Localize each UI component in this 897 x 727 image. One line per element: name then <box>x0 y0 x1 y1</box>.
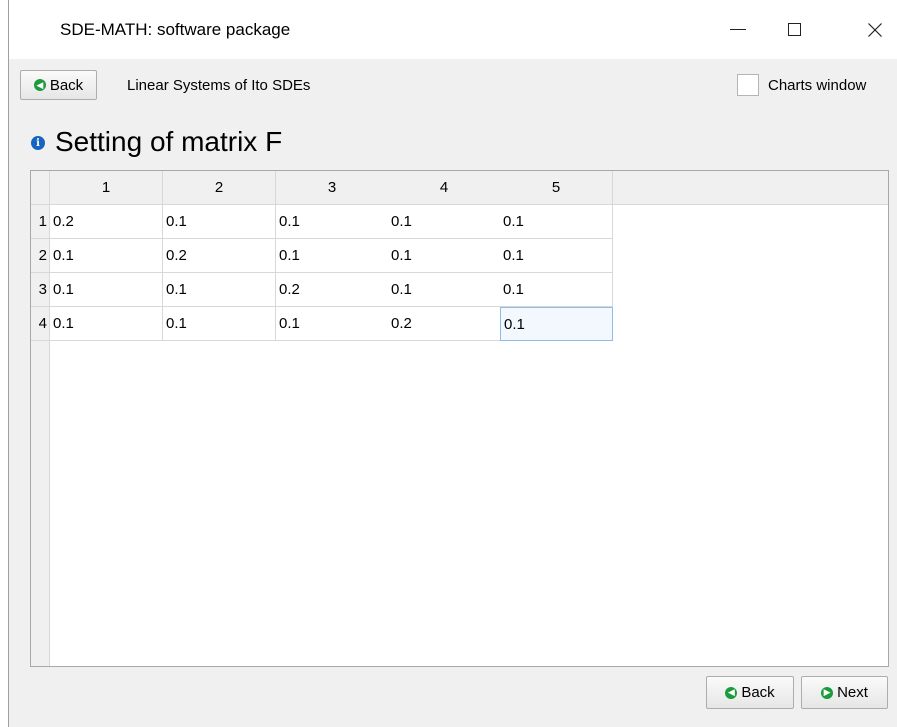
maximize-button[interactable] <box>771 0 817 59</box>
table-cell[interactable]: 0.1 <box>388 239 501 273</box>
row-header-3[interactable]: 3 <box>31 273 50 307</box>
table-cell[interactable]: 0.1 <box>388 205 501 239</box>
arrow-left-circle-icon: ◀ <box>33 79 46 91</box>
window-title: SDE-MATH: software package <box>60 20 291 39</box>
table-cell[interactable]: 0.2 <box>163 239 276 273</box>
app-window: SDE-MATH: software package ◀ Back Linear… <box>8 0 897 727</box>
table-cell[interactable]: 0.1 <box>163 307 276 341</box>
table-cell[interactable]: 0.1 <box>276 239 389 273</box>
module-subtitle: Linear Systems of Ito SDEs <box>127 77 311 94</box>
matrix-table: 1 2 3 4 5 1 0.2 0.1 0.1 0.1 0.1 2 0.1 0.… <box>30 170 889 667</box>
table-corner <box>31 171 50 205</box>
column-header-2[interactable]: 2 <box>163 171 276 205</box>
table-cell[interactable]: 0.1 <box>50 273 163 307</box>
title-bar: SDE-MATH: software package <box>9 0 897 59</box>
table-cell[interactable]: 0.1 <box>50 307 163 341</box>
arrow-left-circle-icon: ◀ <box>725 686 738 699</box>
next-label: Next <box>837 684 868 701</box>
table-cell[interactable]: 0.2 <box>388 307 501 341</box>
table-cell[interactable]: 0.1 <box>163 273 276 307</box>
next-button[interactable]: ▶ Next <box>801 676 888 709</box>
row-header-2[interactable]: 2 <box>31 239 50 273</box>
info-icon: i <box>31 136 45 150</box>
header-filler <box>613 171 888 205</box>
column-header-4[interactable]: 4 <box>388 171 501 205</box>
column-header-5[interactable]: 5 <box>500 171 613 205</box>
minimize-icon <box>730 29 746 30</box>
top-back-button[interactable]: ◀ Back <box>20 70 97 100</box>
table-cell[interactable]: 0.2 <box>276 273 389 307</box>
table-cell[interactable]: 0.1 <box>500 205 613 239</box>
charts-window-label[interactable]: Charts window <box>768 77 866 94</box>
table-cell[interactable]: 0.1 <box>500 273 613 307</box>
page-title: Setting of matrix F <box>55 126 283 157</box>
footer-back-label: Back <box>741 684 775 701</box>
charts-window-checkbox[interactable] <box>737 74 759 96</box>
table-cell-selected[interactable]: 0.1 <box>500 307 613 341</box>
table-cell[interactable]: 0.1 <box>163 205 276 239</box>
footer-back-button[interactable]: ◀ Back <box>706 676 794 709</box>
column-header-3[interactable]: 3 <box>276 171 389 205</box>
row-header-1[interactable]: 1 <box>31 205 50 239</box>
row-header-4[interactable]: 4 <box>31 307 50 341</box>
minimize-button[interactable] <box>715 0 761 59</box>
column-header-1[interactable]: 1 <box>50 171 163 205</box>
maximize-icon <box>787 23 801 36</box>
table-cell[interactable]: 0.1 <box>50 239 163 273</box>
arrow-right-circle-icon: ▶ <box>821 686 834 699</box>
table-cell[interactable]: 0.1 <box>500 239 613 273</box>
table-cell[interactable]: 0.1 <box>276 307 389 341</box>
table-cell[interactable]: 0.1 <box>276 205 389 239</box>
table-cell[interactable]: 0.2 <box>50 205 163 239</box>
close-button[interactable] <box>852 0 897 59</box>
top-back-label: Back <box>49 76 84 94</box>
table-cell[interactable]: 0.1 <box>388 273 501 307</box>
close-icon <box>868 22 882 37</box>
